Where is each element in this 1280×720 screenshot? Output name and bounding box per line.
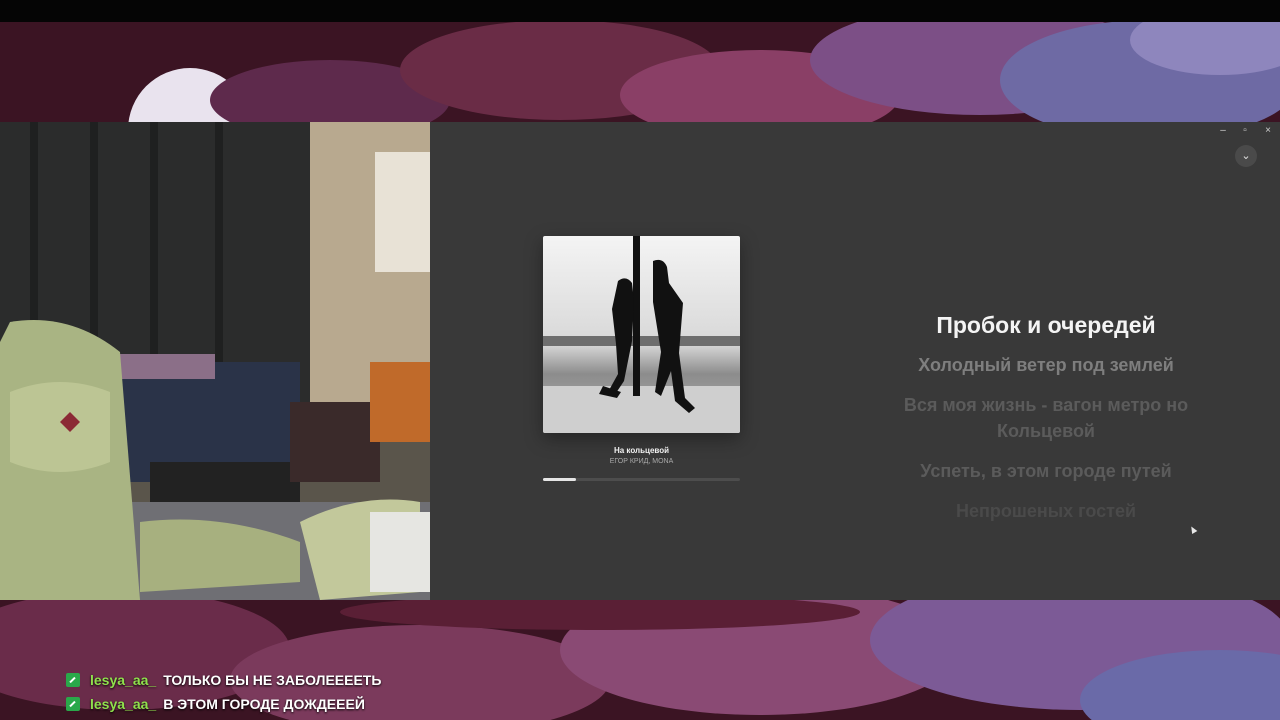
- collapse-player-button[interactable]: ⌄: [1235, 145, 1257, 167]
- track-artist[interactable]: ЕГОР КРИД, MONA: [543, 458, 740, 465]
- lyric-line[interactable]: Вся моя жизнь - вагон метро но Кольцевой: [868, 392, 1224, 444]
- lyric-line[interactable]: Холодный ветер под землей: [868, 352, 1224, 378]
- album-cover: [543, 236, 740, 433]
- moderator-badge-icon: [66, 697, 80, 711]
- close-button[interactable]: ×: [1261, 125, 1275, 136]
- playback-progress-fill: [543, 478, 577, 481]
- chat-text: В ЭТОМ ГОРОДЕ ДОЖДЕЕЕЙ: [163, 696, 365, 712]
- lyric-line[interactable]: Непрошеных гостей: [868, 498, 1224, 524]
- chat-message: lesya_aa_ В ЭТОМ ГОРОДЕ ДОЖДЕЕЕЙ: [66, 692, 381, 716]
- lyric-line[interactable]: Успеть, в этом городе путей: [868, 458, 1224, 484]
- chat-message: lesya_aa_ ТОЛЬКО БЫ НЕ ЗАБОЛЕЕЕЕТЬ: [66, 668, 381, 692]
- top-black-bar: [0, 0, 1280, 22]
- moderator-badge-icon: [66, 673, 80, 687]
- chevron-down-icon: ⌄: [1241, 150, 1251, 162]
- lyric-line-current[interactable]: Пробок и очередей: [868, 312, 1224, 338]
- maximize-button[interactable]: ▫: [1238, 125, 1252, 136]
- track-title[interactable]: На кольцевой: [543, 446, 740, 455]
- webcam-feed: [0, 122, 430, 600]
- chat-username: lesya_aa_: [90, 672, 157, 688]
- chat-text: ТОЛЬКО БЫ НЕ ЗАБОЛЕЕЕЕТЬ: [163, 672, 382, 688]
- minimize-button[interactable]: –: [1216, 125, 1230, 136]
- chat-username: lesya_aa_: [90, 696, 157, 712]
- music-player-window: – ▫ × ⌄ На кольцевой ЕГОР КРИД, MONA Про…: [430, 122, 1280, 600]
- playback-progress-bar[interactable]: [543, 478, 740, 481]
- chat-overlay: lesya_aa_ ТОЛЬКО БЫ НЕ ЗАБОЛЕЕЕЕТЬ lesya…: [66, 668, 381, 716]
- lyrics-panel: Пробок и очередей Холодный ветер под зем…: [868, 312, 1224, 538]
